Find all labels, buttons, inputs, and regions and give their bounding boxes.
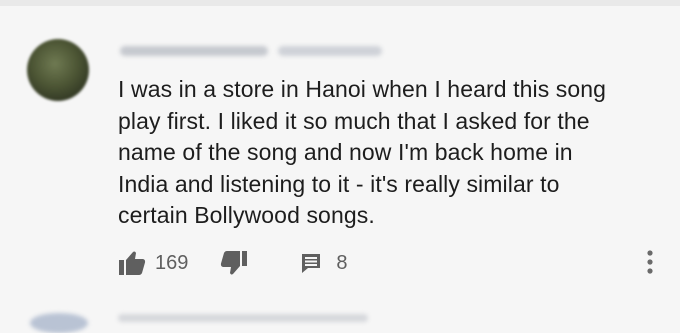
comment-item: I was in a store in Hanoi when I heard t… — [0, 0, 680, 318]
avatar[interactable] — [27, 39, 89, 101]
comment-actions: 169 8 — [118, 248, 348, 278]
next-comment-partial — [0, 305, 680, 333]
comment-text: I was in a store in Hanoi when I heard t… — [118, 76, 607, 228]
thumbs-down-icon[interactable] — [220, 250, 248, 276]
comment-icon[interactable] — [300, 252, 322, 274]
next-avatar[interactable] — [30, 313, 88, 333]
timestamp-blurred[interactable] — [278, 46, 382, 56]
author-name-blurred[interactable] — [120, 46, 268, 56]
reply-count: 8 — [336, 251, 348, 274]
comment-meta — [120, 44, 382, 58]
more-vert-icon[interactable] — [640, 248, 660, 276]
next-comment-meta-blurred — [118, 314, 368, 322]
like-count: 169 — [155, 251, 189, 274]
thumbs-up-icon[interactable] — [118, 250, 146, 276]
